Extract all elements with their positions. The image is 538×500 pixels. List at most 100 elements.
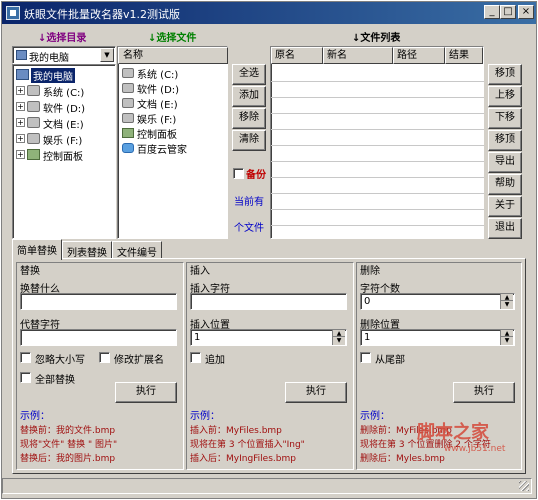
- select-dir-header: ↓选择目录: [38, 33, 87, 44]
- spin-up-icon[interactable]: ▲: [501, 294, 513, 301]
- spin-down-icon[interactable]: ▼: [501, 337, 513, 344]
- select-file-header: ↓选择文件: [148, 33, 197, 44]
- replace-run-button[interactable]: 执行: [115, 382, 177, 403]
- delete-pos-stepper[interactable]: 1 ▲ ▼: [360, 329, 515, 346]
- expand-icon[interactable]: +: [16, 102, 25, 111]
- from-end-checkbox[interactable]: [360, 352, 371, 363]
- control-panel-icon: [122, 128, 134, 138]
- remove-button[interactable]: 移除: [232, 108, 266, 129]
- move-down-button[interactable]: 下移: [488, 108, 522, 129]
- col-result[interactable]: 结果: [445, 47, 483, 64]
- grid-row-line: [271, 97, 484, 98]
- drive-icon: [27, 133, 40, 144]
- tab-simple-replace[interactable]: 简单替换: [12, 239, 62, 260]
- modify-ext-label: 修改扩展名: [114, 355, 164, 366]
- tab-file-numbering[interactable]: 文件编号: [112, 241, 162, 259]
- drive-icon: [122, 98, 134, 108]
- file-count-label: 个文件: [234, 223, 264, 234]
- file-item-label: 文档 (E:): [137, 100, 178, 111]
- ignore-case-label: 忽略大小写: [35, 355, 85, 366]
- append-label: 追加: [205, 355, 225, 366]
- drive-select[interactable]: 我的电脑 ▼: [12, 46, 116, 64]
- spin-buttons[interactable]: ▲ ▼: [500, 330, 513, 345]
- expand-icon[interactable]: +: [16, 150, 25, 159]
- drive-icon: [27, 101, 40, 112]
- tree-item-label: 控制面板: [43, 152, 83, 163]
- delete-pos-value: 1: [364, 332, 371, 343]
- drive-icon: [27, 85, 40, 96]
- exit-button[interactable]: 退出: [488, 218, 522, 239]
- insert-example-line: 插入后：MyIngFiles.bmp: [190, 454, 296, 464]
- delete-group-title: 删除: [360, 266, 380, 277]
- tab-list-replace[interactable]: 列表替换: [62, 241, 112, 259]
- clear-button[interactable]: 清除: [232, 130, 266, 151]
- computer-icon: [16, 69, 29, 80]
- directory-tree[interactable]: 我的电脑 + 系统 (C:) + 软件 (D:) + 文档 (E:) + 娱乐 …: [12, 64, 116, 239]
- expand-icon[interactable]: +: [16, 118, 25, 127]
- about-button[interactable]: 关于: [488, 196, 522, 217]
- help-button[interactable]: 帮助: [488, 174, 522, 195]
- spin-down-icon[interactable]: ▼: [333, 337, 345, 344]
- tree-item-label: 我的电脑: [31, 68, 75, 83]
- close-button[interactable]: ×: [518, 5, 534, 19]
- replace-example-line: 替换后：我的图片.bmp: [20, 454, 116, 464]
- col-new-name[interactable]: 新名: [323, 47, 393, 64]
- insert-example-title: 示例：: [190, 411, 220, 422]
- control-panel-icon: [27, 149, 40, 160]
- grid-row-line: [271, 129, 484, 130]
- replace-all-checkbox[interactable]: [20, 372, 31, 383]
- col-original-name[interactable]: 原名: [271, 47, 323, 64]
- ignore-case-checkbox[interactable]: [20, 352, 31, 363]
- file-list-panel[interactable]: 名称 系统 (C:) 软件 (D:) 文档 (E:) 娱乐 (F:) 控制面板 …: [117, 46, 228, 239]
- find-input[interactable]: [20, 293, 177, 310]
- spin-buttons[interactable]: ▲ ▼: [500, 294, 513, 309]
- replace-all-label: 全部替换: [35, 375, 75, 386]
- resize-grip-icon[interactable]: [519, 481, 529, 491]
- col-path[interactable]: 路径: [393, 47, 445, 64]
- drive-icon: [122, 113, 134, 123]
- insert-chars-input[interactable]: [190, 293, 347, 310]
- grid-row-line: [271, 81, 484, 82]
- delete-run-button[interactable]: 执行: [453, 382, 515, 403]
- grid-row-line: [271, 113, 484, 114]
- tree-item-label: 软件 (D:): [43, 104, 86, 115]
- backup-checkbox[interactable]: [233, 168, 244, 179]
- drive-select-value: 我的电脑: [29, 53, 69, 64]
- select-all-button[interactable]: 全选: [232, 64, 266, 85]
- spin-up-icon[interactable]: ▲: [333, 330, 345, 337]
- spin-down-icon[interactable]: ▼: [501, 301, 513, 308]
- file-name-column-header[interactable]: 名称: [118, 47, 228, 64]
- export-button[interactable]: 导出: [488, 152, 522, 173]
- spin-up-icon[interactable]: ▲: [501, 330, 513, 337]
- grid-row-line: [271, 225, 484, 226]
- maximize-button[interactable]: □: [500, 5, 516, 19]
- append-checkbox[interactable]: [190, 352, 201, 363]
- insert-run-button[interactable]: 执行: [285, 382, 347, 403]
- file-item-label: 系统 (C:): [137, 70, 179, 81]
- grid-row-line: [271, 177, 484, 178]
- file-list-grid[interactable]: 原名 新名 路径 结果: [270, 46, 484, 239]
- file-item-label: 控制面板: [137, 130, 177, 141]
- replace-with-input[interactable]: [20, 329, 177, 346]
- modify-ext-checkbox[interactable]: [99, 352, 110, 363]
- watermark-logo: 脚本之家: [417, 422, 489, 443]
- move-bottom-button[interactable]: 移顶: [488, 130, 522, 151]
- add-button[interactable]: 添加: [232, 86, 266, 107]
- computer-icon: [16, 50, 27, 60]
- move-top-button[interactable]: 移顶: [488, 64, 522, 85]
- expand-icon[interactable]: +: [16, 86, 25, 95]
- drive-icon: [122, 68, 134, 78]
- insert-pos-stepper[interactable]: 1 ▲ ▼: [190, 329, 347, 346]
- file-item-label: 百度云管家: [137, 145, 187, 156]
- chevron-down-icon[interactable]: ▼: [100, 48, 114, 62]
- backup-label: 备份: [246, 170, 266, 181]
- insert-pos-value: 1: [194, 332, 201, 343]
- delete-example-title: 示例：: [360, 411, 390, 422]
- move-up-button[interactable]: 上移: [488, 86, 522, 107]
- cloud-icon: [122, 143, 134, 153]
- spin-buttons[interactable]: ▲ ▼: [332, 330, 345, 345]
- expand-icon[interactable]: +: [16, 134, 25, 143]
- minimize-button[interactable]: _: [484, 5, 500, 19]
- delete-count-stepper[interactable]: 0 ▲ ▼: [360, 293, 515, 310]
- grid-row-line: [271, 161, 484, 162]
